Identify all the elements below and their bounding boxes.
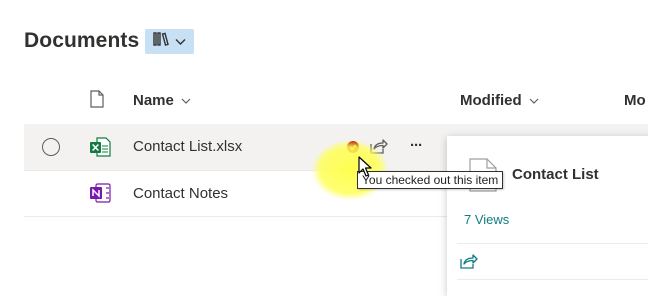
column-header-modified-by[interactable]: Mo <box>624 92 646 109</box>
card-divider <box>457 243 648 244</box>
column-header-modified[interactable]: Modified <box>460 92 539 109</box>
tooltip: You checked out this item <box>357 171 504 189</box>
column-header-name[interactable]: Name <box>133 92 191 109</box>
cursor-highlight <box>312 140 388 200</box>
card-views-count[interactable]: 7 Views <box>464 212 509 227</box>
card-title[interactable]: Contact List <box>512 166 599 183</box>
excel-file-icon <box>89 137 111 162</box>
card-divider <box>457 279 648 280</box>
chevron-down-icon <box>181 92 191 109</box>
file-name-link[interactable]: Contact Notes <box>133 185 228 202</box>
row-select-radio[interactable] <box>42 138 60 156</box>
share-icon[interactable] <box>460 253 478 274</box>
library-title: Documents <box>24 29 140 52</box>
file-type-header-icon[interactable] <box>90 90 104 108</box>
library-view-icon <box>153 31 171 52</box>
file-name-link[interactable]: Contact List.xlsx <box>133 138 242 155</box>
column-header-modified-label: Modified <box>460 92 522 109</box>
chevron-down-icon <box>529 92 539 109</box>
column-header-name-label: Name <box>133 92 174 109</box>
column-header-modified-by-label: Mo <box>624 92 646 109</box>
mouse-pointer-icon <box>358 156 372 183</box>
onenote-file-icon <box>89 183 111 208</box>
more-options-button[interactable]: ··· <box>410 137 423 154</box>
view-options-button[interactable] <box>145 29 194 54</box>
file-details-card: Contact List 7 Views <box>447 136 648 296</box>
chevron-down-icon <box>175 33 186 51</box>
